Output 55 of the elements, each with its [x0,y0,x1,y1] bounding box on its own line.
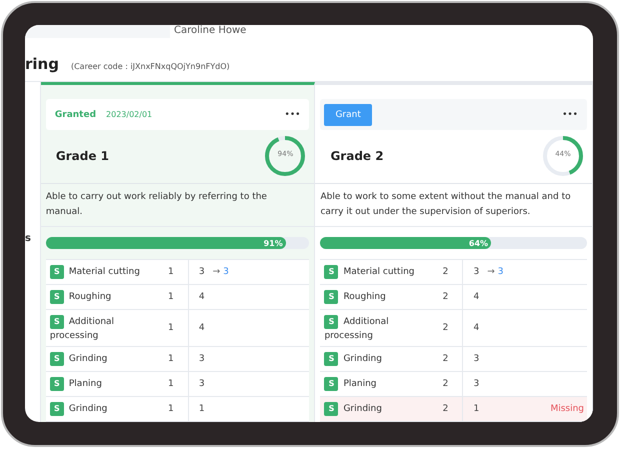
grade-description: Able to work to some extent without the manual and to carry it out under the supervision of superiors. [315,184,592,227]
skill-name: S Grinding [320,347,428,371]
grant-date: 2023/02/01 [106,110,154,119]
required-level: 2 [442,323,448,333]
more-button[interactable]: ••• [284,110,300,120]
current-level: 4 [473,323,480,333]
current-level: 3 [473,267,480,277]
row-label: s [25,233,32,244]
required-level: 1 [168,292,174,302]
current-level: 3 [198,379,205,389]
current-level: 1 [473,404,480,414]
current-level: 4 [198,292,205,302]
skill-name: S Additional processing [48,314,116,343]
missing-label: Missing [550,404,584,414]
current-level: 1 [198,404,205,414]
target-level: 3 [223,267,229,277]
required-level: 1 [168,267,174,277]
grade-description: Able to carry out work reliably by referring to the manual. [40,184,314,227]
skill-name: S Planing [46,372,154,396]
grade-title: Grade 1 [56,149,109,163]
more-button[interactable]: ••• [562,110,578,120]
required-level: 2 [442,404,448,414]
required-level: 1 [168,379,174,389]
required-level: 2 [442,379,448,389]
current-level: 3 [473,354,480,364]
required-level: 2 [442,292,448,302]
user-name: Caroline Howe [174,25,246,38]
current-level: 3 [473,379,480,389]
target-level: 3 [498,267,504,277]
current-level: 3 [198,267,205,277]
skill-name: S Additional processing [323,314,390,343]
arrow-glyph: → [212,267,220,277]
skill-name: S Roughing [46,285,154,309]
status-label: Granted [54,110,96,120]
required-level: 1 [168,323,174,333]
current-level: 4 [473,292,480,302]
skill-name: S Roughing [320,285,428,309]
skill-name: S Material cutting [46,260,154,284]
required-level: 2 [442,267,448,277]
required-level: 1 [168,404,174,414]
required-level: 1 [168,354,174,364]
required-level: 2 [442,354,448,364]
arrow-glyph: → [487,267,495,277]
grade-title: Grade 2 [330,149,384,163]
current-level: 4 [198,323,205,333]
skill-name: S Material cutting [320,260,428,284]
skill-name: S Grinding [46,347,154,371]
skill-name: S Grinding [46,397,154,421]
page-title: ring [25,55,59,73]
progress-label: 64% [468,238,490,248]
current-level: 3 [198,354,205,364]
progress-label: 91% [264,238,284,248]
career-code: (Career code : iJXnxFNxqQOjYn9nFYdO) [70,62,230,71]
skill-name: S Planing [320,372,428,396]
skill-name: S Grinding [320,397,428,421]
